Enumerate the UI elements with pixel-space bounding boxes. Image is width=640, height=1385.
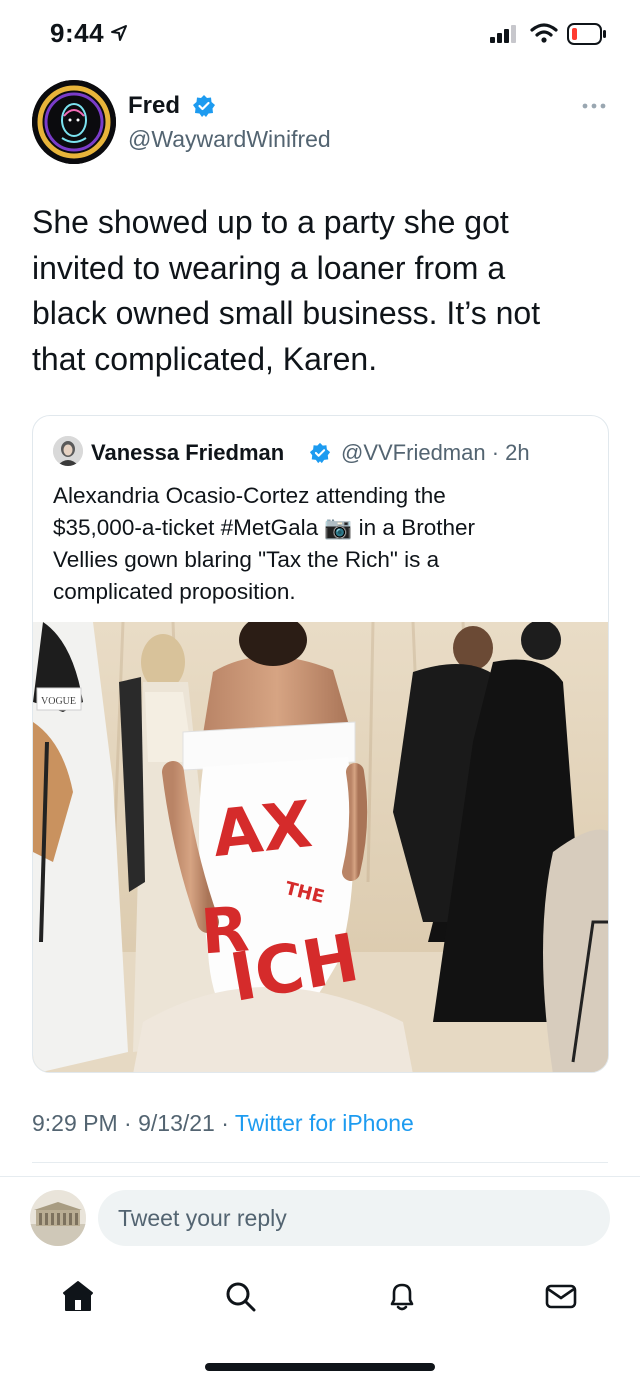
tweet-metadata: 9:29 PM · 9/13/21 · Twitter for iPhone xyxy=(32,1110,414,1137)
dress-text-line1: AX xyxy=(209,788,315,872)
divider xyxy=(0,1176,640,1177)
quote-text-line: complicated proposition. xyxy=(53,579,296,604)
met-gala-photo: VOGUE AX THE R ICH xyxy=(33,622,608,1072)
tweet-text: She showed up to a party she got invited… xyxy=(32,200,612,382)
quote-text-line: Vellies gown blaring "Tax the Rich" is a xyxy=(53,547,440,572)
quote-author-avatar xyxy=(53,436,83,466)
status-time: 9:44 xyxy=(50,18,105,48)
author-name[interactable]: Fred xyxy=(128,92,180,120)
building-photo-icon xyxy=(30,1190,86,1246)
avatar-photo-icon xyxy=(53,436,83,466)
quote-text-line: $35,000-a-ticket #MetGala 📷 in a Brother xyxy=(53,515,475,540)
reply-placeholder: Tweet your reply xyxy=(118,1205,287,1231)
reply-input[interactable]: Tweet your reply xyxy=(98,1190,610,1246)
bottom-nav xyxy=(0,1270,640,1320)
more-options-icon[interactable] xyxy=(582,102,606,110)
quote-text-line: Alexandria Ocasio-Cortez attending the xyxy=(53,483,446,508)
verified-badge-icon xyxy=(193,95,215,117)
tweet-text-line: She showed up to a party she got xyxy=(32,204,509,240)
quote-text: Alexandria Ocasio-Cortez attending the $… xyxy=(53,480,593,608)
author-handle[interactable]: @WaywardWinifred xyxy=(128,126,331,153)
tweet-timestamp: 9:29 PM · 9/13/21 · xyxy=(32,1110,235,1136)
quote-media-photo[interactable]: VOGUE AX THE R ICH xyxy=(33,622,608,1072)
battery-icon xyxy=(567,23,606,45)
verified-badge-icon xyxy=(309,442,331,464)
messages-icon[interactable] xyxy=(543,1278,579,1314)
quoted-tweet[interactable]: Vanessa Friedman @VVFriedman · 2h Alexan… xyxy=(32,415,609,1073)
tweet-author[interactable]: Fred @WaywardWinifred xyxy=(32,80,612,170)
avatar-art-icon xyxy=(32,80,116,164)
location-arrow-icon xyxy=(111,25,127,41)
wifi-icon xyxy=(530,23,558,43)
author-avatar[interactable] xyxy=(32,80,116,164)
home-icon[interactable] xyxy=(60,1278,96,1314)
divider xyxy=(32,1162,608,1163)
home-indicator xyxy=(205,1363,435,1371)
tweet-text-line: invited to wearing a loaner from a xyxy=(32,249,506,286)
notifications-icon[interactable] xyxy=(384,1278,420,1314)
vogue-badge: VOGUE xyxy=(41,696,76,707)
search-icon[interactable] xyxy=(222,1278,258,1314)
tweet-text-line: that complicated, Karen. xyxy=(32,340,378,377)
user-avatar[interactable] xyxy=(30,1190,86,1246)
signal-icon xyxy=(490,25,516,43)
quote-author-name: Vanessa Friedman xyxy=(91,440,285,465)
status-bar: 9:44 xyxy=(0,0,640,70)
tweet-source-link[interactable]: Twitter for iPhone xyxy=(235,1110,414,1136)
tweet-text-line: black owned small business. It’s not xyxy=(32,295,541,331)
quote-author-handle: @VVFriedman · 2h xyxy=(341,440,530,465)
